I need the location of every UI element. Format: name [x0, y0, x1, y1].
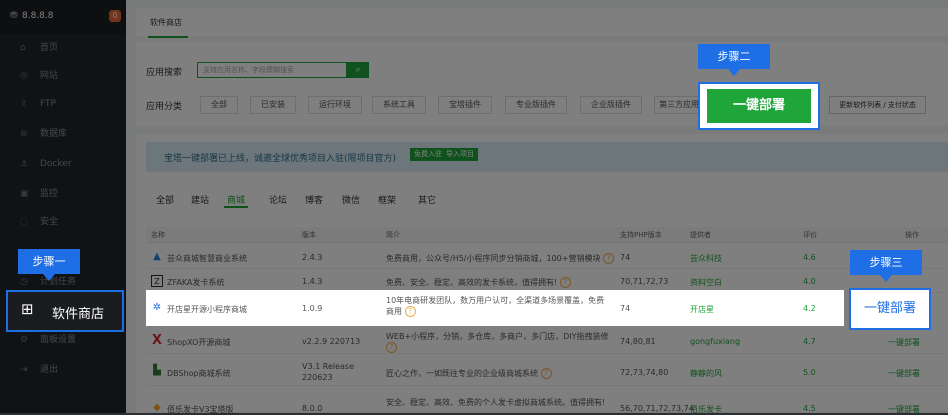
app-rating: 4.2: [803, 304, 816, 313]
step2-arrow: [728, 69, 740, 76]
app-desc-text: 10年电商研发团队，数万用户认可，全渠道多场景覆盖，免费商用: [386, 296, 605, 316]
app-logo-icon: ✲: [152, 302, 162, 313]
grid-icon: ⊞: [21, 300, 34, 318]
step1-callout: 步骤一: [18, 249, 80, 274]
table-row-highlighted: ✲ 开店星开源小程序商城 1.0.9 10年电商研发团队，数万用户认可，全渠道多…: [146, 290, 844, 326]
app-name: 开店星开源小程序商城: [167, 305, 247, 314]
step2-callout: 步骤二: [698, 44, 770, 69]
step1-arrow: [43, 274, 55, 281]
sidebar-item-label: 软件商店: [52, 307, 105, 322]
app-version: 1.0.9: [302, 304, 323, 313]
step3-arrow: [880, 275, 892, 282]
step3-callout: 步骤三: [850, 250, 922, 275]
app-provider-link[interactable]: 开店星: [690, 304, 714, 315]
app-desc: 10年电商研发团队，数万用户认可，全渠道多场景覆盖，免费商用 ?: [386, 295, 611, 317]
deploy-button-highlighted[interactable]: 一键部署: [849, 288, 931, 330]
sidebar-item-software-store[interactable]: ⊞ 软件商店: [6, 290, 124, 332]
help-icon[interactable]: ?: [404, 306, 416, 317]
one-click-deploy-button[interactable]: 一键部署: [707, 89, 811, 123]
dim-overlay: [0, 0, 948, 413]
app-php: 74: [620, 304, 631, 313]
